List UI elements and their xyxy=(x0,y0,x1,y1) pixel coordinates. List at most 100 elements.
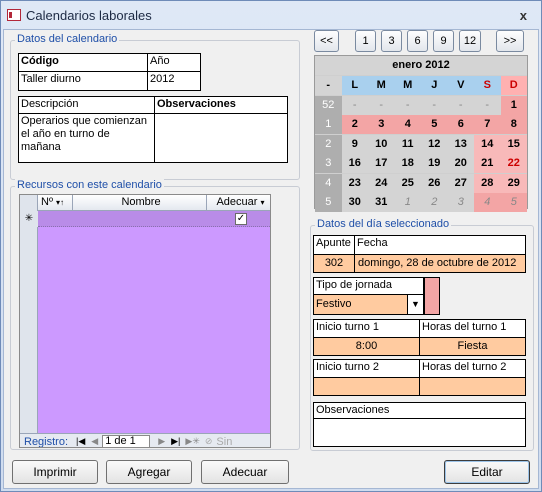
calendar-day[interactable]: 31 xyxy=(368,193,395,212)
calendar-day[interactable]: 1 xyxy=(500,95,527,115)
calendar-day[interactable]: 8 xyxy=(500,115,527,134)
inicio-turno-1-field[interactable]: 8:00 xyxy=(313,337,420,356)
calendar-day: - xyxy=(474,95,501,115)
col-header-nombre[interactable]: Nombre xyxy=(73,195,207,211)
adecuar-button[interactable]: Adecuar xyxy=(201,460,289,484)
title-bar: Calendarios laborales x xyxy=(1,1,541,29)
calendar-day[interactable]: 26 xyxy=(421,173,448,193)
calendar-day[interactable]: 21 xyxy=(474,154,501,173)
calendar-day[interactable]: 5 xyxy=(500,193,527,212)
close-button[interactable]: x xyxy=(520,8,527,23)
inicio-turno-1-label: Inicio turno 1 xyxy=(313,319,420,338)
search-label[interactable]: Sin xyxy=(216,436,232,448)
agregar-button[interactable]: Agregar xyxy=(106,460,192,484)
month-calendar: enero 2012 - L M M J V S D 52- - - - - -1 1 2 3 4 5 6 7 8 2 9 10… xyxy=(314,55,528,212)
calendar-day[interactable]: 6 xyxy=(447,115,474,134)
prev-year-button[interactable]: << xyxy=(314,30,339,52)
no-filter-icon[interactable]: ⊘ xyxy=(205,436,213,447)
calendar-day[interactable]: 30 xyxy=(341,193,368,212)
month-12-button[interactable]: 12 xyxy=(459,30,481,52)
anio-field[interactable]: 2012 xyxy=(147,71,201,91)
observaciones-field[interactable] xyxy=(154,113,288,163)
fecha-label: Fecha xyxy=(354,235,526,255)
imprimir-button[interactable]: Imprimir xyxy=(12,460,98,484)
calendar-day[interactable]: 23 xyxy=(341,173,368,193)
calendar-day[interactable]: 20 xyxy=(447,154,474,173)
calendar-day[interactable]: 14 xyxy=(474,134,501,154)
week-number: 2 xyxy=(315,134,342,154)
calendar-day[interactable]: 29 xyxy=(500,173,527,193)
calendar-day[interactable]: 3 xyxy=(447,193,474,212)
calendar-day: - xyxy=(394,95,421,115)
prev-record-icon[interactable]: ◀ xyxy=(91,436,98,447)
apunte-field[interactable]: 302 xyxy=(313,254,355,273)
horas-turno-2-field[interactable] xyxy=(419,377,526,396)
calendar-day[interactable]: 12 xyxy=(421,134,448,154)
calendar-day[interactable]: 5 xyxy=(421,115,448,134)
descripcion-line-1: Operarios que comienzan xyxy=(21,115,147,127)
calendar-day[interactable]: 22 xyxy=(500,154,527,173)
observaciones-label: Observaciones xyxy=(154,96,288,114)
record-selector-column xyxy=(20,195,38,447)
first-record-icon[interactable]: |◀ xyxy=(76,436,85,447)
calendar-day[interactable]: 11 xyxy=(394,134,421,154)
descripcion-field[interactable]: Operarios que comienzan el año en turno … xyxy=(18,113,155,163)
month-title: enero 2012 xyxy=(315,56,527,75)
observaciones-dia-label: Observaciones xyxy=(313,402,526,419)
calendar-day[interactable]: 19 xyxy=(421,154,448,173)
tipo-color-swatch xyxy=(424,277,440,315)
calendar-day[interactable]: 4 xyxy=(474,193,501,212)
sort-asc-icon: ▾↑ xyxy=(56,198,65,207)
descripcion-line-2: el año en turno de mañana xyxy=(21,128,110,153)
calendar-day[interactable]: 27 xyxy=(447,173,474,193)
calendar-day[interactable]: 2 xyxy=(421,193,448,212)
col-header-adecuar[interactable]: Adecuar ▾ xyxy=(207,195,270,211)
calendar-day[interactable]: 7 xyxy=(474,115,501,134)
new-record-icon[interactable]: ▶✳ xyxy=(185,436,199,447)
month-3-button[interactable]: 3 xyxy=(381,30,402,52)
dropdown-arrow-icon[interactable]: ▼ xyxy=(407,295,423,314)
fecha-field[interactable]: domingo, 28 de octubre de 2012 xyxy=(354,254,526,273)
codigo-label: Código xyxy=(18,53,148,72)
month-9-button[interactable]: 9 xyxy=(433,30,454,52)
weekday-header: J xyxy=(421,76,448,95)
calendar-day[interactable]: 13 xyxy=(447,134,474,154)
calendar-day: - xyxy=(368,95,395,115)
tipo-jornada-select[interactable]: Festivo ▼ xyxy=(313,294,424,315)
calendar-day[interactable]: 25 xyxy=(394,173,421,193)
calendar-day[interactable]: 4 xyxy=(394,115,421,134)
group-title: Datos del día seleccionado xyxy=(315,218,452,230)
anio-label: Año xyxy=(147,53,201,72)
calendar-day[interactable]: 18 xyxy=(394,154,421,173)
codigo-field[interactable]: Taller diurno xyxy=(18,71,148,91)
adecuar-checkbox[interactable]: ✓ xyxy=(235,213,247,225)
tipo-jornada-label: Tipo de jornada xyxy=(313,277,424,295)
calendar-day[interactable]: 2 xyxy=(341,115,368,134)
calendar-day[interactable]: 3 xyxy=(368,115,395,134)
record-position-field[interactable]: 1 de 1 xyxy=(102,435,151,447)
month-6-button[interactable]: 6 xyxy=(407,30,428,52)
next-record-icon[interactable]: ▶ xyxy=(158,436,165,447)
window: Calendarios laborales x Datos del calend… xyxy=(0,0,542,492)
calendar-day[interactable]: 1 xyxy=(394,193,421,212)
horas-turno-1-field[interactable]: Fiesta xyxy=(419,337,526,356)
calendar-day[interactable]: 9 xyxy=(341,134,368,154)
month-1-button[interactable]: 1 xyxy=(355,30,376,52)
record-label: Registro: xyxy=(24,435,69,448)
calendar-day[interactable]: 15 xyxy=(500,134,527,154)
col-header-numero[interactable]: Nº ▾↑ xyxy=(38,195,73,211)
calendar-day[interactable]: 10 xyxy=(368,134,395,154)
week-number: 4 xyxy=(315,173,342,193)
next-year-button[interactable]: >> xyxy=(496,30,524,52)
weekday-header: D xyxy=(500,76,527,95)
calendar-day[interactable]: 16 xyxy=(341,154,368,173)
editar-button[interactable]: Editar xyxy=(444,460,530,484)
calendar-day[interactable]: 17 xyxy=(368,154,395,173)
week-number: 1 xyxy=(315,115,342,134)
observaciones-dia-field[interactable] xyxy=(313,418,526,447)
calendar-day[interactable]: 24 xyxy=(368,173,395,193)
col-header-adecuar-label: Adecuar xyxy=(216,196,258,208)
inicio-turno-2-field[interactable] xyxy=(313,377,420,396)
calendar-day[interactable]: 28 xyxy=(474,173,501,193)
last-record-icon[interactable]: ▶| xyxy=(171,436,180,447)
